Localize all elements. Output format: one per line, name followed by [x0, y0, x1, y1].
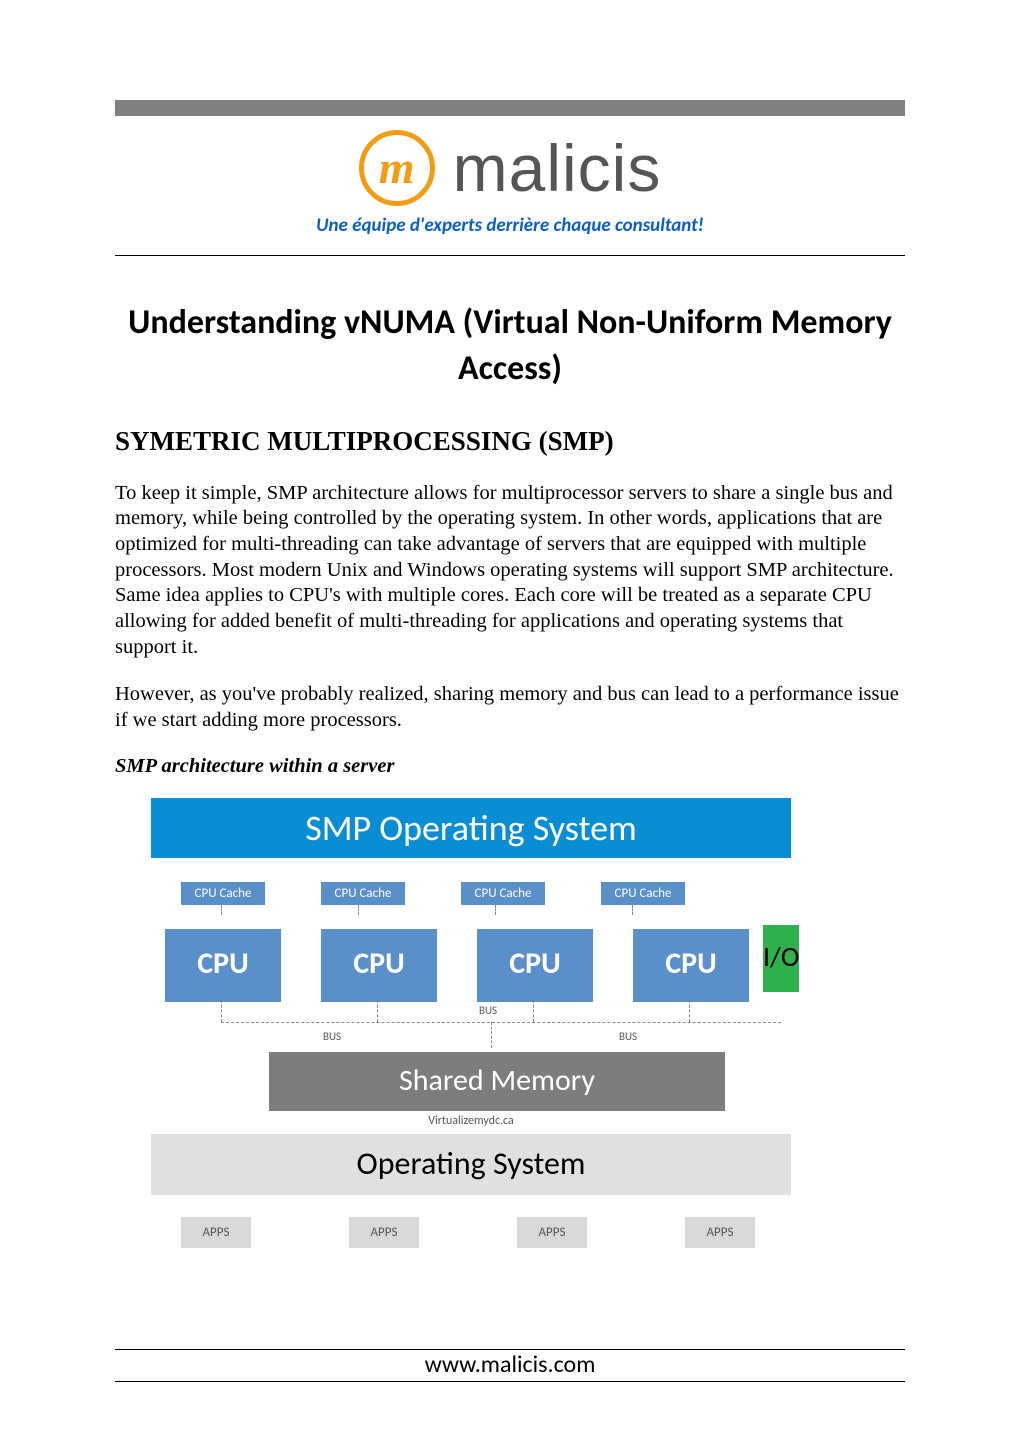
footer-url: www.malicis.com — [115, 1350, 905, 1381]
connector-line — [358, 905, 359, 915]
paragraph-1: To keep it simple, SMP architecture allo… — [115, 481, 905, 660]
bus-label: BUS — [617, 1030, 639, 1043]
section-heading-smp: SYMETRIC MULTIPROCESSING (SMP) — [115, 426, 905, 457]
brand-logo-mark: m — [359, 130, 435, 206]
smp-architecture-diagram: SMP Operating System CPU Cache CPU Cache… — [151, 798, 791, 1248]
operating-system-bar: Operating System — [151, 1134, 791, 1195]
page-footer: www.malicis.com — [115, 1349, 905, 1382]
diagram-header: SMP Operating System — [151, 798, 791, 858]
brand-logo-letter: m — [379, 145, 415, 191]
paragraph-2: However, as you've probably realized, sh… — [115, 682, 905, 733]
apps-box: APPS — [349, 1217, 419, 1248]
apps-box: APPS — [181, 1217, 251, 1248]
connector-line — [221, 905, 222, 915]
cpu-cache-box: CPU Cache — [601, 882, 685, 905]
connector-line — [632, 905, 633, 915]
document-title: Understanding vNUMA (Virtual Non-Uniform… — [115, 300, 905, 392]
footer-divider-bottom — [115, 1381, 905, 1382]
cpu-box: CPU — [165, 929, 281, 1002]
cpu-box: CPU — [477, 929, 593, 1002]
header-divider — [115, 255, 905, 256]
cpu-cache-box: CPU Cache — [461, 882, 545, 905]
apps-box: APPS — [517, 1217, 587, 1248]
connector-line — [495, 905, 496, 915]
bus-label: BUS — [477, 1004, 499, 1017]
cpu-cache-box: CPU Cache — [181, 882, 265, 905]
cpu-box: CPU — [633, 929, 749, 1002]
apps-box: APPS — [685, 1217, 755, 1248]
io-box: I/O — [763, 925, 799, 992]
header-top-bar — [115, 100, 905, 116]
cpu-box: CPU — [321, 929, 437, 1002]
diagram-watermark: Virtualizemydc.ca — [151, 1114, 791, 1128]
brand-header: m malicis Une équipe d'experts derrière … — [115, 120, 905, 255]
cpu-cache-box: CPU Cache — [321, 882, 405, 905]
bus-connectors: BUS BUS BUS — [151, 1000, 791, 1048]
figure-caption: SMP architecture within a server — [115, 755, 905, 778]
shared-memory-box: Shared Memory — [269, 1052, 725, 1111]
brand-tagline: Une équipe d'experts derrière chaque con… — [115, 214, 905, 237]
bus-label: BUS — [321, 1030, 343, 1043]
brand-logo-word: malicis — [453, 130, 662, 206]
